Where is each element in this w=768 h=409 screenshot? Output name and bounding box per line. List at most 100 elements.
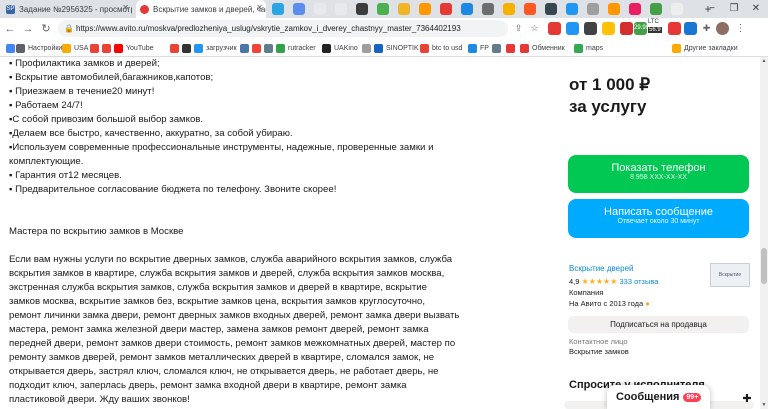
mail-icon xyxy=(252,43,261,53)
extension-icon[interactable] xyxy=(684,22,697,35)
scroll-up-arrow-icon[interactable]: ▲ xyxy=(760,57,768,65)
tab-favicon-icon[interactable] xyxy=(272,3,284,15)
description-line: ▪ Профилактика замков и дверей; xyxy=(9,58,160,69)
bookmark-item[interactable]: Другие закладки xyxy=(672,42,738,54)
tab-title: Задание №2956325 - просмотр з xyxy=(19,4,132,14)
description-line: ▪Делаем все быстро, качественно, аккурат… xyxy=(9,128,293,139)
extension-icon[interactable] xyxy=(620,22,633,35)
write-message-button[interactable]: Написать сообщение Отвечает около 30 мин… xyxy=(568,199,749,238)
back-icon[interactable]: ← xyxy=(2,21,18,37)
close-icon[interactable]: ✕ xyxy=(122,3,129,12)
bookmark-item[interactable]: Настройки xyxy=(16,42,62,54)
bookmark-item[interactable]: загрузчик xyxy=(194,42,237,54)
tab-title: Вскрытие замков и дверей, част xyxy=(153,4,266,14)
scroll-down-arrow-icon[interactable]: ▼ xyxy=(760,401,768,409)
tab-favicon-icon[interactable] xyxy=(398,3,410,15)
bookmark-item[interactable]: SINOPTIK xyxy=(374,42,419,54)
page-scrollbar[interactable] xyxy=(760,57,768,409)
extension-icon[interactable] xyxy=(668,22,681,35)
tab-favicon-icon[interactable] xyxy=(503,3,515,15)
bookmark-label: btc to usd xyxy=(432,44,463,52)
google-icon xyxy=(170,43,179,53)
tab-favicon-icon[interactable] xyxy=(440,3,452,15)
tab-avito[interactable]: Вскрытие замков и дверей, част ✕ xyxy=(136,0,266,18)
bookmark-item[interactable] xyxy=(252,42,264,54)
close-icon[interactable]: ✕ xyxy=(256,3,263,12)
tab-favicon-icon[interactable] xyxy=(671,3,683,15)
tab-favicon-icon[interactable] xyxy=(566,3,578,15)
tab-favicon-icon[interactable] xyxy=(461,3,473,15)
description-line: пластиковой двери. Жду ваших звонков! xyxy=(9,394,190,405)
bookmark-item[interactable] xyxy=(264,42,276,54)
bookmark-item[interactable] xyxy=(170,42,182,54)
seller-rating-row: 4,9 ★★★★★ 333 отзыва xyxy=(569,277,658,286)
extension-badge[interactable]: 29.99 xyxy=(634,22,649,35)
youtube-icon xyxy=(114,43,123,53)
avatar[interactable] xyxy=(716,22,729,35)
maximize-button[interactable]: ❐ xyxy=(722,0,746,18)
seller-logo[interactable]: Вскрытие xyxy=(710,263,750,287)
reload-icon[interactable]: ↻ xyxy=(38,21,54,37)
menu-icon[interactable]: ⋮ xyxy=(734,22,747,35)
tab-task[interactable]: SP Задание №2956325 - просмотр з ✕ xyxy=(2,0,132,18)
bookmark-item[interactable] xyxy=(182,42,194,54)
close-window-button[interactable]: ✕ xyxy=(744,0,768,18)
price-amount: от 1 000 ₽ xyxy=(569,75,651,94)
subscribe-button[interactable]: Подписаться на продавца xyxy=(568,316,749,333)
bookmark-item[interactable] xyxy=(90,42,102,54)
bookmark-item[interactable]: btc to usd xyxy=(420,42,462,54)
url-bar[interactable]: 🔒 https://www.avito.ru/moskva/predlozhen… xyxy=(58,20,508,37)
extension-icon[interactable] xyxy=(566,22,579,35)
messages-widget[interactable]: Сообщения 99+ xyxy=(607,385,710,409)
forward-icon[interactable]: → xyxy=(20,21,36,37)
tab-icon xyxy=(362,43,371,53)
extension-icon[interactable] xyxy=(602,22,615,35)
bookmark-label: YouTube xyxy=(126,44,154,52)
minimize-button[interactable]: − xyxy=(700,0,724,18)
bookmark-item[interactable] xyxy=(506,42,518,54)
tab-favicon-icon[interactable] xyxy=(419,3,431,15)
tab-favicon-icon[interactable] xyxy=(356,3,368,15)
seller-name[interactable]: Вскрытие дверей xyxy=(569,264,633,273)
bookmark-item[interactable]: Обменник xyxy=(520,42,565,54)
puzzle-icon[interactable]: ✚ xyxy=(700,22,713,35)
bookmark-item[interactable]: maps xyxy=(574,42,603,54)
sp-favicon-icon: SP xyxy=(6,4,15,14)
bookmark-label: rutracker xyxy=(288,44,316,52)
bookmark-item[interactable]: USA xyxy=(62,42,88,54)
fp-icon xyxy=(468,43,477,53)
plus-icon[interactable]: ✚ xyxy=(735,390,759,409)
tab-favicon-icon[interactable] xyxy=(629,3,641,15)
scrollbar-thumb[interactable] xyxy=(761,248,767,284)
star-icon[interactable]: ☆ xyxy=(528,22,541,35)
description-line: ▪ Работаем 24/7! xyxy=(9,100,83,111)
reviews-link[interactable]: 333 отзыва xyxy=(619,277,658,286)
description-line: экстренная служба вскрытия замков, служб… xyxy=(9,282,427,293)
tab-favicon-icon[interactable] xyxy=(524,3,536,15)
tab-favicon-icon[interactable] xyxy=(587,3,599,15)
rutracker-icon xyxy=(276,43,285,53)
bookmark-item[interactable]: UAKino xyxy=(322,42,358,54)
bookmark-item[interactable] xyxy=(362,42,374,54)
show-phone-button[interactable]: Показать телефон 8 958 XXX-XX-XX xyxy=(568,155,749,193)
share-icon[interactable]: ⇪ xyxy=(512,22,525,35)
bookmark-item[interactable] xyxy=(102,42,114,54)
bookmark-item[interactable] xyxy=(492,42,504,54)
extension-icon[interactable] xyxy=(584,22,597,35)
bookmarks-bar: Настройки USA YouTube загрузчик rutracker UAK… xyxy=(0,40,768,57)
tab-favicon-icon[interactable] xyxy=(377,3,389,15)
bookmark-item[interactable]: YouTube xyxy=(114,42,154,54)
bookmark-item[interactable]: rutracker xyxy=(276,42,316,54)
extension-icon[interactable] xyxy=(548,22,561,35)
tab-favicon-icon[interactable] xyxy=(293,3,305,15)
tab-favicon-icon[interactable] xyxy=(314,3,326,15)
tab-favicon-icon[interactable] xyxy=(335,3,347,15)
description-line: Если вам нужны услуги по вскрытие дверны… xyxy=(9,254,453,265)
description-line: вскрытия замков в квартире, служба вскры… xyxy=(9,268,445,279)
tab-favicon-icon[interactable] xyxy=(482,3,494,15)
bookmark-item[interactable]: FP xyxy=(468,42,489,54)
tab-favicon-icon[interactable] xyxy=(608,3,620,15)
tab-favicon-icon[interactable] xyxy=(545,3,557,15)
tab-favicon-icon[interactable] xyxy=(650,3,662,15)
bookmark-item[interactable] xyxy=(240,42,252,54)
